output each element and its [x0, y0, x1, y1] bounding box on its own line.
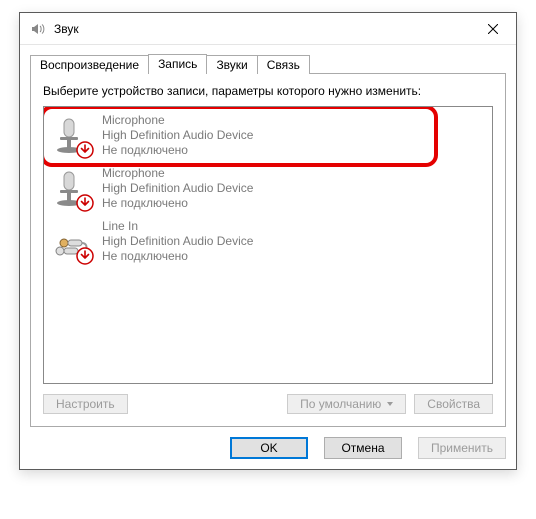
device-desc: High Definition Audio Device [102, 181, 253, 196]
tab-playback[interactable]: Воспроизведение [30, 55, 149, 74]
device-item[interactable]: Line In High Definition Audio Device Не … [44, 215, 492, 268]
ok-button[interactable]: OK [230, 437, 308, 459]
device-desc: High Definition Audio Device [102, 234, 253, 249]
set-default-button[interactable]: По умолчанию [287, 394, 406, 414]
tab-sounds[interactable]: Звуки [206, 55, 257, 74]
device-status: Не подключено [102, 143, 253, 158]
device-desc: High Definition Audio Device [102, 128, 253, 143]
panel-button-row: Настроить По умолчанию Свойства [43, 394, 493, 414]
device-list[interactable]: Microphone High Definition Audio Device … [43, 106, 493, 384]
microphone-icon [50, 115, 92, 157]
sound-dialog: Звук Воспроизведение Запись Звуки Связь … [19, 12, 517, 470]
device-text: Microphone High Definition Audio Device … [102, 113, 253, 158]
titlebar[interactable]: Звук [20, 13, 516, 45]
properties-button[interactable]: Свойства [414, 394, 493, 414]
device-status: Не подключено [102, 196, 253, 211]
chevron-down-icon [387, 402, 393, 406]
device-name: Line In [102, 219, 253, 234]
tab-strip: Воспроизведение Запись Звуки Связь [30, 53, 506, 74]
dialog-footer: OK Отмена Применить [30, 437, 506, 459]
device-name: Microphone [102, 166, 253, 181]
unplugged-badge-icon [76, 247, 94, 265]
device-text: Microphone High Definition Audio Device … [102, 166, 253, 211]
window-title: Звук [54, 22, 79, 36]
tab-recording[interactable]: Запись [148, 54, 207, 74]
line-in-icon [50, 221, 92, 263]
close-button[interactable] [470, 13, 516, 45]
device-item[interactable]: Microphone High Definition Audio Device … [44, 162, 492, 215]
device-name: Microphone [102, 113, 253, 128]
apply-button[interactable]: Применить [418, 437, 506, 459]
cancel-button[interactable]: Отмена [324, 437, 402, 459]
tab-communications[interactable]: Связь [257, 55, 310, 74]
tab-panel-recording: Выберите устройство записи, параметры ко… [30, 73, 506, 427]
unplugged-badge-icon [76, 194, 94, 212]
device-item[interactable]: Microphone High Definition Audio Device … [44, 109, 492, 162]
unplugged-badge-icon [76, 141, 94, 159]
configure-button[interactable]: Настроить [43, 394, 128, 414]
speaker-icon [28, 19, 48, 39]
device-text: Line In High Definition Audio Device Не … [102, 219, 253, 264]
microphone-icon [50, 168, 92, 210]
content-area: Воспроизведение Запись Звуки Связь Выбер… [20, 45, 516, 469]
instructions-text: Выберите устройство записи, параметры ко… [43, 84, 493, 98]
device-status: Не подключено [102, 249, 253, 264]
set-default-label: По умолчанию [300, 397, 381, 411]
